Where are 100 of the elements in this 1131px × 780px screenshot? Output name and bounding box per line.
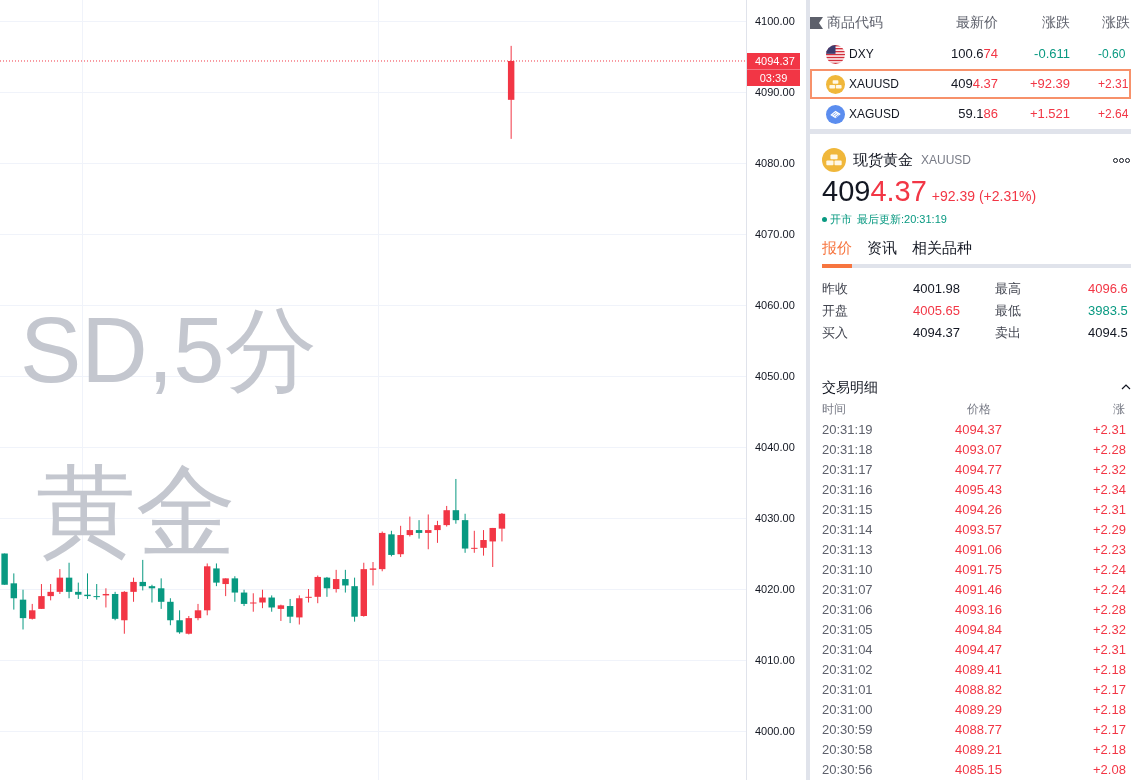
candle [75,582,82,600]
candle [130,577,137,603]
trade-price: 4094.77 [955,461,1003,479]
price-change: +92.39 [1028,75,1070,94]
column-header: 最新价 [955,13,998,32]
more-icon[interactable] [1113,157,1130,163]
trade-price: 4093.57 [955,521,1003,539]
candle [268,594,275,613]
watchlist-row[interactable]: XAUUSD 4094.37 +92.39 +2.31 [810,69,1131,99]
stat-value: 4094.5 [1088,324,1129,342]
symbol-label: DXY [849,46,875,63]
trade-time: 20:31:04 [822,641,874,659]
trade-change: +2.31 [1093,501,1127,519]
trade-price: 4091.46 [955,581,1003,599]
candle [443,505,450,528]
last-price: 59.186 [957,105,998,124]
status-dot-icon [822,216,827,222]
trade-price: 4094.47 [955,641,1003,659]
last-updated: 最后更新:20:31:19 [857,212,947,226]
price-axis-label: 4030.00 [755,512,795,524]
candle [167,597,174,626]
section-title: 交易明细 [822,377,878,397]
candle [369,561,377,586]
trade-price: 4094.84 [955,621,1003,639]
stat-value: 4094.37 [913,324,961,342]
trade-change: +2.08 [1093,761,1127,779]
trade-time: 20:31:07 [822,581,874,599]
candle [434,520,441,544]
price-axis-label: 4080.00 [755,157,795,169]
column-header: 涨跌 [1041,13,1070,32]
candle [93,583,100,601]
trade-change: +2.32 [1093,461,1127,479]
stat-value: 4096.6 [1088,280,1129,298]
flag-icon [810,16,823,29]
trade-time: 20:30:56 [822,761,874,779]
price-axis-label: 4040.00 [755,441,795,453]
trade-change: +2.31 [1093,421,1127,439]
candle [342,569,349,594]
trade-price: 4093.16 [955,601,1003,619]
trade-price: 4085.15 [955,761,1003,779]
trade-change: +2.23 [1093,541,1127,559]
symbol-label: XAGUSD [849,106,901,123]
candle [29,603,36,621]
trade-time: 20:31:19 [822,421,874,439]
watchlist-row[interactable]: DXY 100.674 -0.611 -0.60 [810,39,1131,69]
price-axis-label: 4070.00 [755,228,795,240]
market-status: 开市 [830,212,852,226]
trade-change: +2.28 [1093,601,1127,619]
trade-change: +2.18 [1093,741,1127,759]
trade-price: 4089.21 [955,741,1003,759]
trade-time: 20:31:15 [822,501,874,519]
stat-label: 最高 [995,280,1022,298]
last-price: 4094.37 [950,75,998,94]
trade-time: 20:31:13 [822,541,874,559]
price-axis-label: 4020.00 [755,583,795,595]
price-axis-label: 4100.00 [755,15,795,27]
candle [360,562,367,618]
us-flag-icon [826,44,845,64]
candle [397,525,404,558]
trade-time: 20:31:18 [822,441,874,459]
stat-label: 昨收 [822,280,849,298]
trade-time: 20:31:14 [822,521,874,539]
symbol-label: XAUUSD [849,76,900,93]
trade-price: 4095.43 [955,481,1003,499]
price-change: +1.521 [1028,105,1070,124]
trade-price: 4094.26 [955,501,1003,519]
bullion-bars-icon [826,74,845,94]
price-axis-label: 4090.00 [755,86,795,98]
tab[interactable]: 资讯 [867,238,897,268]
trade-price: 4088.82 [955,681,1003,699]
candle [305,588,312,603]
candle [388,530,395,557]
candle [471,530,478,554]
trade-time: 20:31:00 [822,701,874,719]
candle [47,583,54,601]
price-change: +92.39 (+2.31%) [931,187,1037,206]
trade-time: 20:30:59 [822,721,874,739]
trade-change: +2.18 [1093,701,1127,719]
price-axis-label: 4050.00 [755,370,795,382]
trade-time: 20:31:05 [822,621,874,639]
candle [425,513,432,550]
trade-time: 20:31:17 [822,461,874,479]
chevron-up-icon[interactable] [1121,384,1131,390]
trade-change: +2.31 [1093,641,1127,659]
percent-change: +2.64 [1098,106,1129,123]
trade-time: 20:30:58 [822,741,874,759]
candle [296,594,303,625]
candle [250,592,257,613]
candle [121,590,128,635]
tab[interactable]: 相关品种 [912,238,972,268]
watchlist-row[interactable]: XAGUSD 59.186 +1.521 +2.64 [810,99,1131,129]
trade-price: 4093.07 [955,441,1003,459]
stat-label: 最低 [995,302,1022,320]
stat-label: 买入 [822,324,849,342]
trade-change: +2.29 [1093,521,1127,539]
candle [351,577,358,623]
ingot-icon [826,104,845,124]
trade-time: 20:31:01 [822,681,874,699]
stat-value: 4001.98 [913,280,961,298]
last-price: 100.674 [950,45,998,64]
